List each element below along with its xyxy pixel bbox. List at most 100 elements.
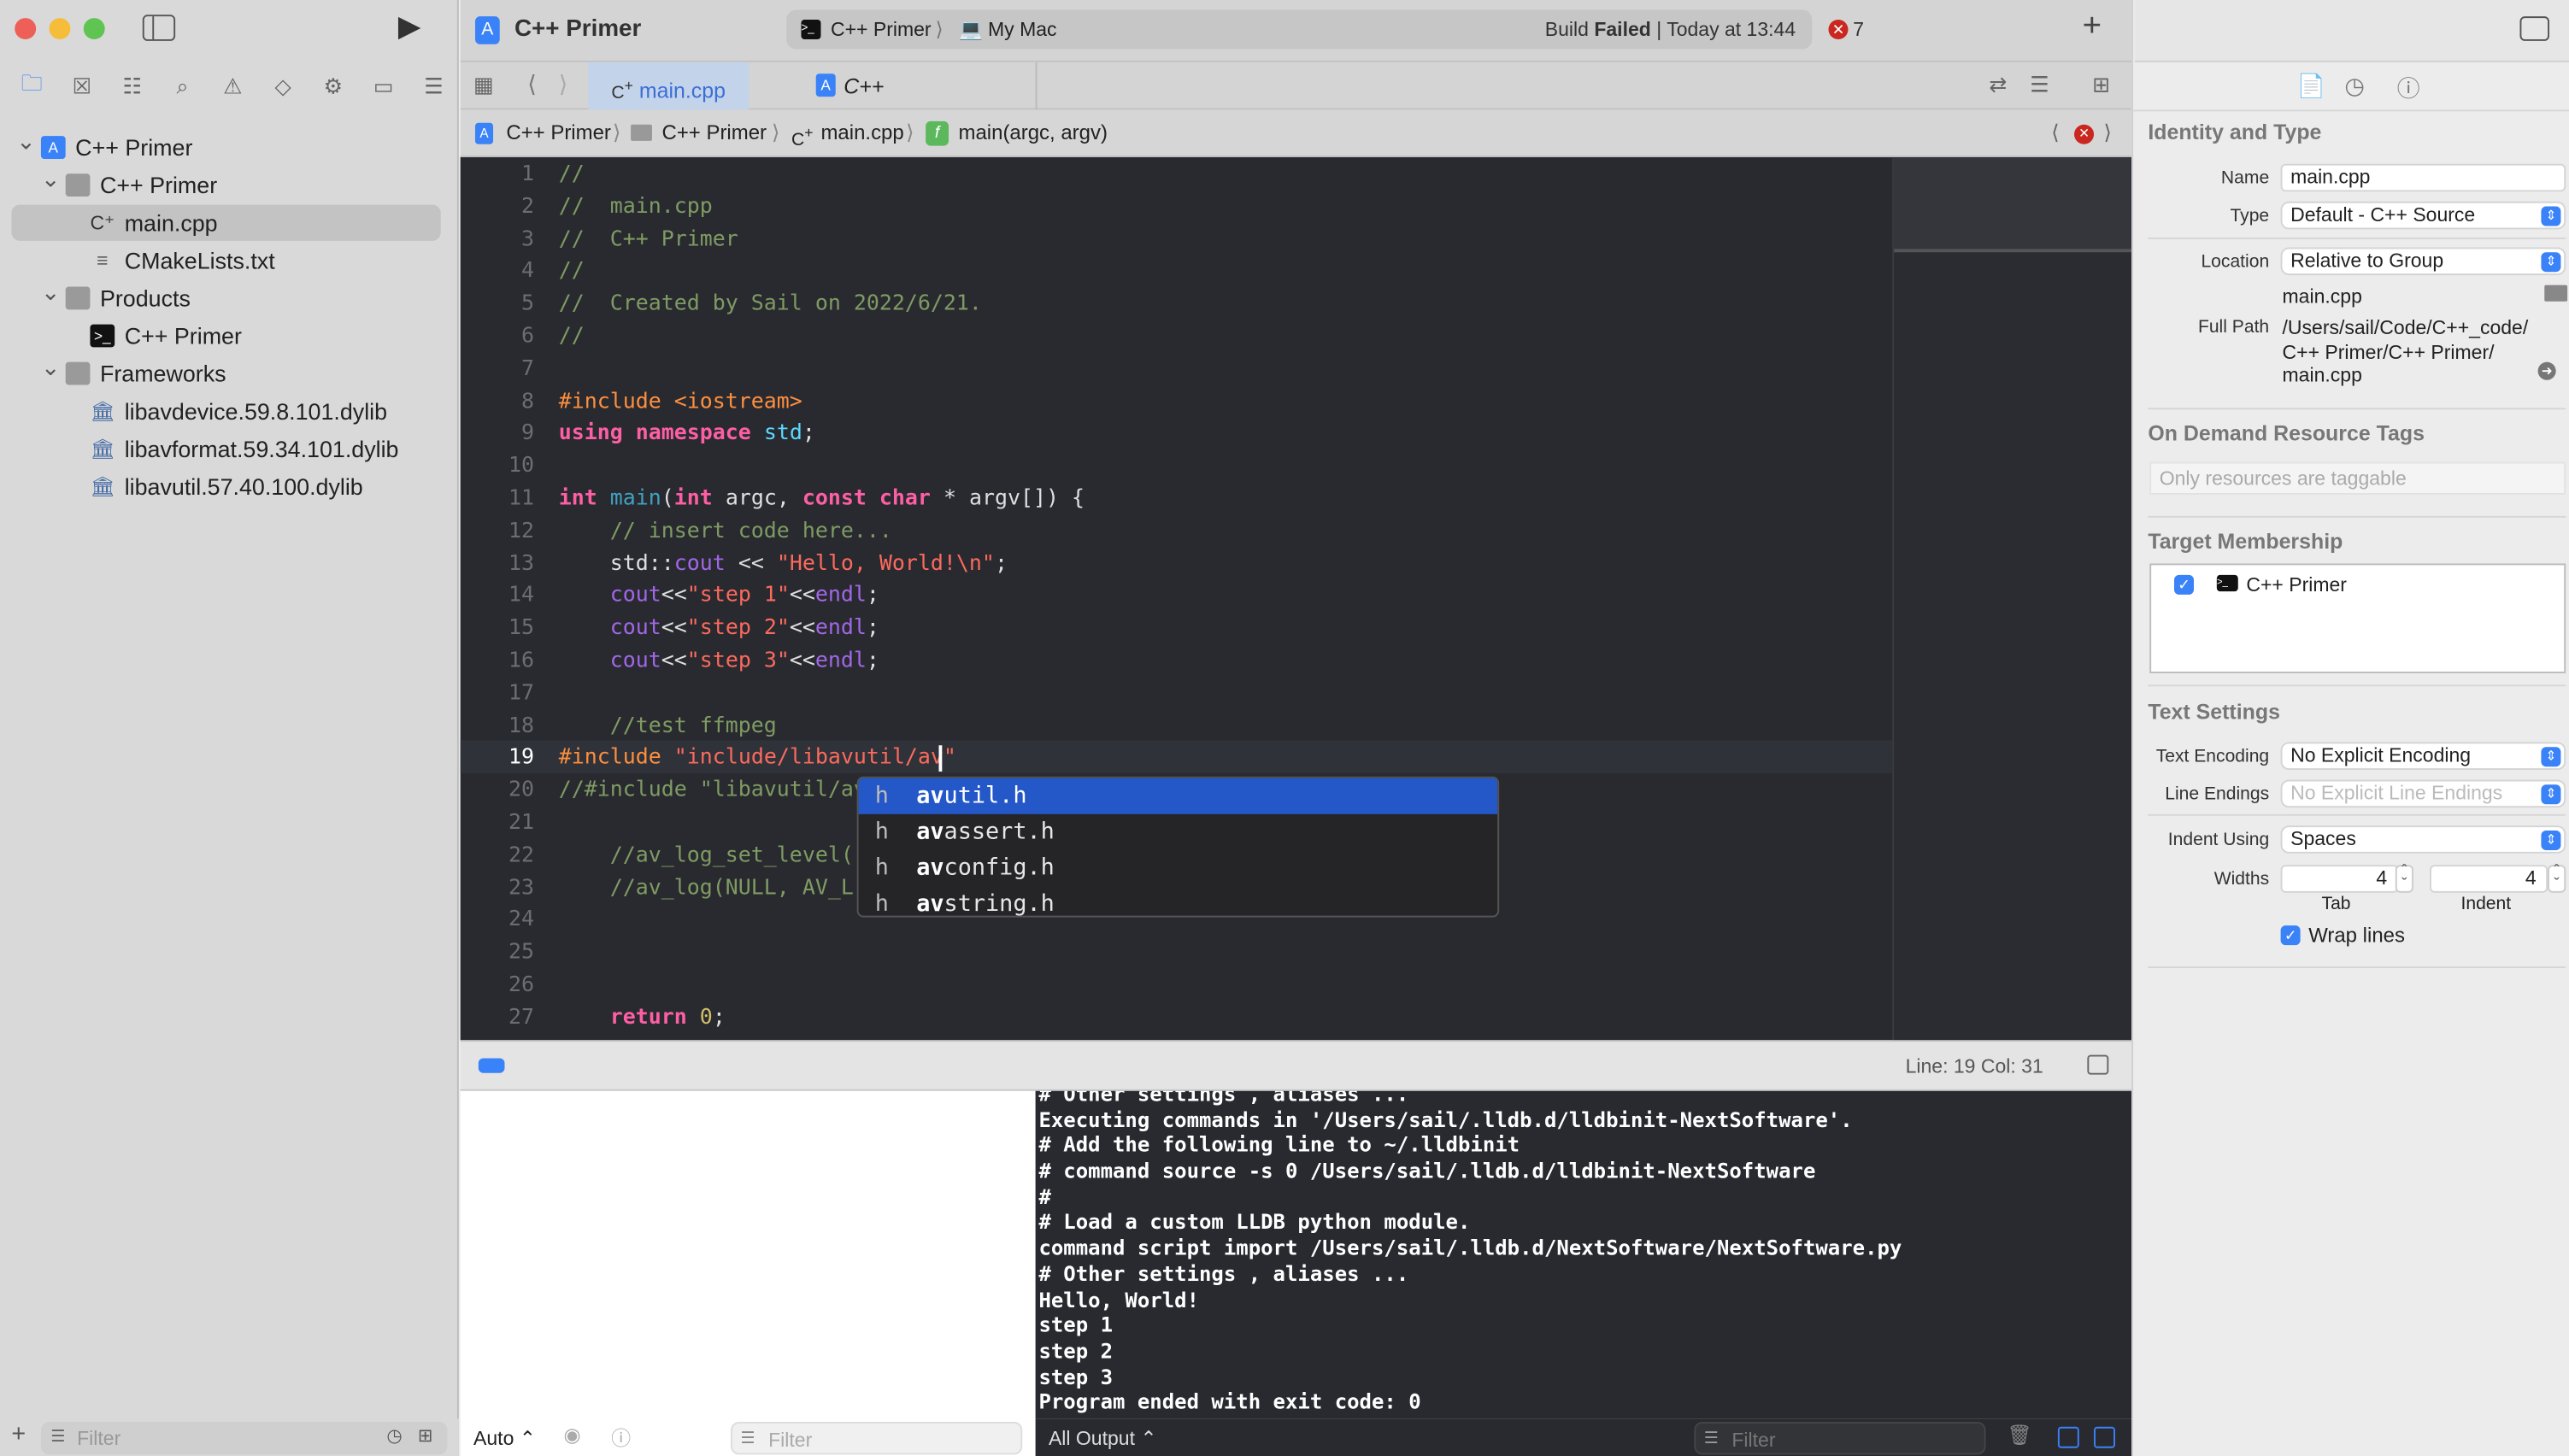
- report-icon[interactable]: ☰: [409, 73, 459, 100]
- variables-scope-select[interactable]: Auto ⌃: [473, 1427, 536, 1450]
- code-line[interactable]: cout<<"step 3"<<endl;: [559, 649, 879, 673]
- jumpbar-group[interactable]: C++ Primer: [662, 109, 767, 157]
- test-icon[interactable]: ◇: [258, 73, 309, 100]
- type-select[interactable]: Default - C++ Source ⇕: [2280, 201, 2566, 230]
- minimap-viewport[interactable]: [1894, 157, 2132, 253]
- code-line[interactable]: int main(int argc, const char * argv[]) …: [559, 486, 1085, 511]
- toggle-sidebar-icon[interactable]: [142, 15, 176, 41]
- related-items-icon[interactable]: ▦: [473, 72, 494, 98]
- indent-width-field[interactable]: 4: [2430, 865, 2548, 893]
- code-line[interactable]: //: [559, 260, 585, 285]
- search-icon[interactable]: ⌕: [157, 73, 208, 100]
- breakpoint-icon[interactable]: ▭: [358, 73, 409, 100]
- code-line[interactable]: //: [559, 162, 585, 187]
- navigator-item[interactable]: 🏛 libavformat.59.34.101.dylib: [0, 431, 459, 467]
- add-editor-icon[interactable]: ⊞: [2092, 72, 2110, 98]
- run-button[interactable]: ▶: [398, 10, 421, 44]
- toggle-debug-area-icon[interactable]: [478, 1058, 505, 1073]
- show-console-icon[interactable]: [2094, 1426, 2115, 1448]
- code-line[interactable]: cout<<"step 2"<<endl;: [559, 616, 879, 641]
- forward-button[interactable]: ⟩: [559, 70, 567, 98]
- history-inspector-tab-icon[interactable]: ◷: [2344, 72, 2364, 100]
- source-control-filter-icon[interactable]: ⊞: [418, 1425, 433, 1447]
- jumpbar-project[interactable]: C++ Primer: [506, 109, 611, 157]
- code-line[interactable]: #include "include/libavutil/av": [559, 746, 956, 772]
- navigator-item[interactable]: ⌄ Products: [0, 279, 459, 316]
- error-icon[interactable]: ✕: [2074, 124, 2095, 144]
- chevron-down-icon[interactable]: ⌄: [41, 273, 60, 309]
- indent-width-stepper[interactable]: ˆˇ: [2548, 864, 2566, 894]
- variables-filter-input[interactable]: ☰ Filter: [731, 1422, 1023, 1455]
- code-line[interactable]: //: [559, 325, 585, 349]
- folder-icon[interactable]: [2544, 285, 2568, 302]
- completion-item[interactable]: h avstring.h: [859, 886, 1498, 916]
- error-icon[interactable]: ✕: [1828, 20, 1849, 40]
- source-control-icon[interactable]: ☒: [56, 73, 107, 100]
- issue-icon[interactable]: ⚠: [208, 73, 258, 100]
- console-filter-input[interactable]: ☰ Filter: [1694, 1422, 1986, 1455]
- code-line[interactable]: // insert code here...: [559, 519, 892, 543]
- code-line[interactable]: return 0;: [559, 1006, 726, 1030]
- folder-icon[interactable]: 🗀: [7, 69, 57, 105]
- indent-using-select[interactable]: Spaces ⇕: [2280, 825, 2566, 854]
- close-window-button[interactable]: [15, 18, 37, 40]
- navigator-item[interactable]: 🏛 libavdevice.59.8.101.dylib: [0, 393, 459, 429]
- chevron-down-icon[interactable]: ⌄: [16, 123, 35, 159]
- tab-width-field[interactable]: 4: [2280, 865, 2399, 893]
- code-line[interactable]: //av_log(NULL, AV_L: [559, 876, 854, 901]
- recent-files-icon[interactable]: ◷: [386, 1425, 402, 1447]
- chevron-down-icon[interactable]: ⌄: [41, 161, 60, 197]
- code-line[interactable]: // C++ Primer: [559, 227, 738, 252]
- zoom-window-button[interactable]: [83, 18, 105, 40]
- help-inspector-tab-icon[interactable]: ⓘ: [2397, 72, 2420, 104]
- back-button[interactable]: ⟨: [527, 70, 536, 98]
- wrap-lines-checkbox[interactable]: ✓: [2280, 925, 2301, 946]
- chevron-down-icon[interactable]: ⌄: [41, 349, 60, 385]
- info-icon[interactable]: ⓘ: [611, 1424, 631, 1452]
- destination-selector[interactable]: My Mac: [988, 10, 1057, 50]
- code-line[interactable]: cout<<"step 1"<<endl;: [559, 584, 879, 608]
- add-library-button[interactable]: +: [2083, 9, 2102, 46]
- code-line[interactable]: //test ffmpeg: [559, 713, 777, 738]
- code-line[interactable]: //#include "libavutil/av: [559, 778, 867, 803]
- toggle-inspector-icon[interactable]: [2519, 16, 2550, 41]
- trash-icon[interactable]: 🗑: [2007, 1424, 2031, 1447]
- reveal-arrow-icon[interactable]: ➜: [2537, 361, 2556, 380]
- show-variables-icon[interactable]: [2057, 1426, 2079, 1448]
- add-icon[interactable]: +: [11, 1420, 26, 1448]
- location-select[interactable]: Relative to Group ⇕: [2280, 247, 2566, 276]
- navigator-item[interactable]: ≡ CMakeLists.txt: [0, 243, 459, 279]
- next-issue-button[interactable]: ⟩: [2104, 109, 2112, 157]
- code-review-icon[interactable]: ⇄: [1989, 72, 2007, 98]
- minimap[interactable]: [1892, 157, 2132, 1041]
- navigator-item[interactable]: ⌄ Frameworks: [0, 354, 459, 391]
- completion-item[interactable]: h avconfig.h: [859, 850, 1498, 886]
- code-line[interactable]: using namespace std;: [559, 421, 815, 446]
- code-line[interactable]: // main.cpp: [559, 195, 713, 220]
- completion-item[interactable]: h avassert.h: [859, 814, 1498, 850]
- target-checkbox[interactable]: ✓: [2173, 574, 2194, 595]
- code-line[interactable]: #include <iostream>: [559, 389, 802, 414]
- code-line[interactable]: std::cout << "Hello, World!\n";: [559, 551, 1008, 576]
- eye-icon[interactable]: ◉: [563, 1424, 580, 1447]
- navigator-item[interactable]: ⌄ A C++ Primer: [0, 128, 459, 165]
- jumpbar-file[interactable]: main.cpp: [820, 109, 903, 157]
- error-count[interactable]: 7: [1853, 18, 1864, 41]
- console-output-select[interactable]: All Output ⌃: [1049, 1427, 1157, 1450]
- text-encoding-select[interactable]: No Explicit Encoding ⇕: [2280, 742, 2566, 771]
- scheme-selector[interactable]: C++ Primer: [831, 10, 932, 50]
- code-line[interactable]: // Created by Sail on 2022/6/21.: [559, 292, 982, 317]
- tab-width-stepper[interactable]: ˆˇ: [2395, 864, 2413, 894]
- minimize-window-button[interactable]: [49, 18, 71, 40]
- hide-debug-area-icon[interactable]: [2087, 1054, 2109, 1075]
- editor-options-icon[interactable]: ☰: [2030, 72, 2049, 98]
- previous-issue-button[interactable]: ⟨: [2051, 109, 2059, 157]
- symbol-icon[interactable]: ☷: [107, 73, 157, 100]
- code-line[interactable]: //av_log_set_level(: [559, 843, 854, 868]
- navigator-item[interactable]: C⁺ main.cpp: [11, 204, 441, 241]
- tab-xcodeproj[interactable]: AC++ Primer.xcodeproj: [749, 62, 1038, 146]
- debug-icon[interactable]: ⚙: [308, 73, 358, 100]
- jumpbar-symbol[interactable]: main(argc, argv): [959, 109, 1108, 157]
- navigator-item[interactable]: 🏛 libavutil.57.40.100.dylib: [0, 468, 459, 504]
- file-inspector-tab-icon[interactable]: 📄: [2297, 72, 2325, 100]
